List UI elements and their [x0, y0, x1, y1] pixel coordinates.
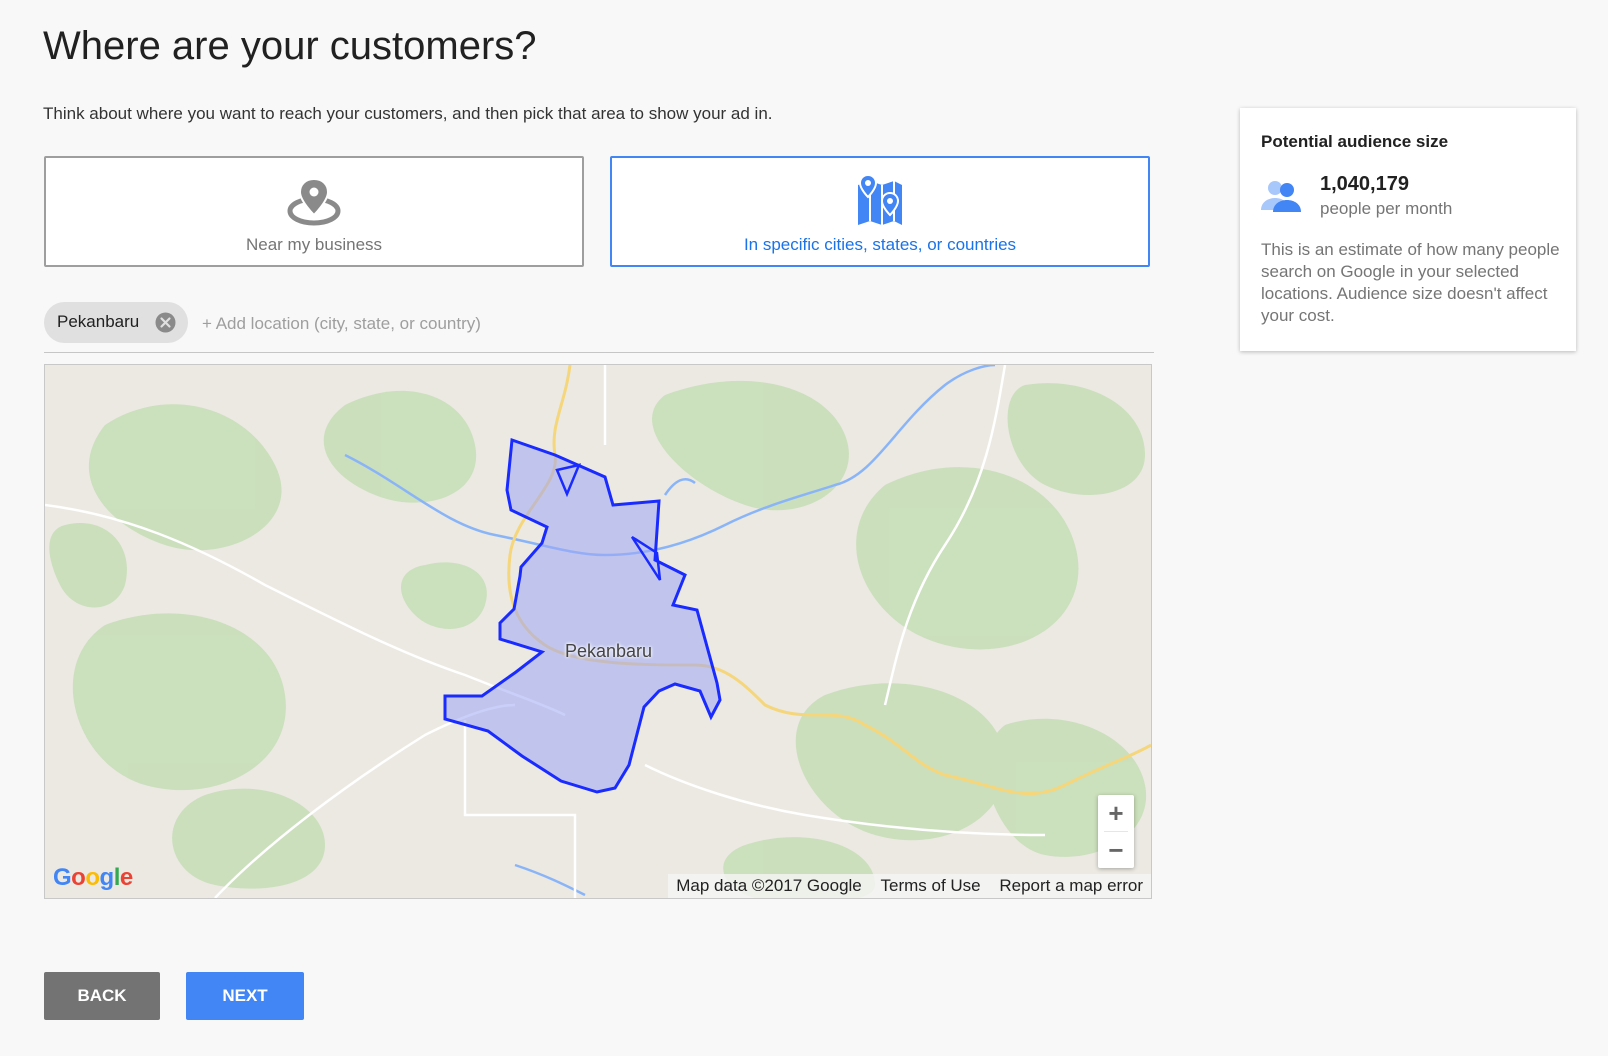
page-title: Where are your customers?	[43, 24, 537, 68]
map-attribution: Map data ©2017 Google Terms of Use Repor…	[668, 874, 1151, 898]
map-city-label: Pekanbaru	[565, 641, 653, 661]
option-specific-label: In specific cities, states, or countries	[743, 235, 1017, 254]
remove-location-icon[interactable]	[155, 312, 176, 333]
audience-title: Potential audience size	[1261, 132, 1449, 151]
location-target-icon	[287, 177, 341, 226]
next-button[interactable]: NEXT	[186, 972, 304, 1020]
audience-unit: people per month	[1320, 199, 1453, 218]
map-pins-icon	[858, 173, 902, 225]
page-subtitle: Think about where you want to reach your…	[43, 104, 773, 123]
option-specific-locations[interactable]: In specific cities, states, or countries	[610, 156, 1150, 267]
location-chip-pekanbaru: Pekanbaru	[44, 302, 188, 343]
audience-value: 1,040,179	[1320, 173, 1409, 195]
option-near-label: Near my business	[245, 235, 383, 254]
map-background	[45, 365, 1151, 898]
map-data-credit: Map data ©2017 Google	[676, 876, 862, 895]
report-map-error-link[interactable]: Report a map error	[999, 876, 1143, 895]
zoom-out-button[interactable]: −	[1098, 832, 1134, 868]
option-near-my-business[interactable]: Near my business	[44, 156, 584, 267]
zoom-in-button[interactable]: +	[1098, 795, 1134, 831]
audience-size-card: Potential audience size 1,040,179 people…	[1240, 108, 1576, 351]
input-underline	[44, 352, 1154, 353]
add-location-input[interactable]	[200, 308, 904, 340]
map-zoom-control: + −	[1098, 795, 1134, 868]
map-view[interactable]: Pekanbaru + − Google Map data ©2017 Goog…	[44, 364, 1152, 899]
terms-of-use-link[interactable]: Terms of Use	[881, 876, 981, 895]
back-button[interactable]: BACK	[44, 972, 160, 1020]
people-icon	[1261, 181, 1301, 212]
audience-description: This is an estimate of how many people s…	[1261, 240, 1560, 325]
google-logo: Google	[53, 864, 133, 891]
location-chip-label: Pekanbaru	[57, 312, 140, 331]
